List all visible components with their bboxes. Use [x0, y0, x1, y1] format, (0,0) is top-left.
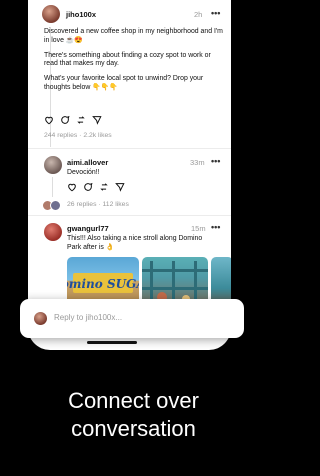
share-icon[interactable]: [92, 115, 102, 125]
post-stats: 26 replies · 112 likes: [67, 201, 129, 208]
repost-icon[interactable]: [99, 182, 109, 192]
author-avatar[interactable]: [42, 5, 60, 23]
post-body: This!!! Also taking a nice stroll along …: [67, 235, 203, 251]
main-post: jiho100x 2h ••• Discovered a new coffee …: [28, 0, 231, 148]
reply-input-placeholder[interactable]: Reply to jiho100x...: [54, 313, 122, 322]
heart-icon[interactable]: [67, 182, 77, 192]
comment-icon[interactable]: [60, 115, 70, 125]
share-icon[interactable]: [115, 182, 125, 192]
replies-count[interactable]: 26 replies: [67, 201, 96, 208]
heart-icon[interactable]: [44, 115, 54, 125]
domino-sign-text: Domino SUGAR: [67, 277, 139, 291]
post-timestamp: 2h: [194, 10, 203, 19]
post-paragraph: Discovered a new coffee shop in my neigh…: [44, 28, 223, 44]
stats-separator: ·: [98, 201, 101, 208]
author-avatar[interactable]: [44, 156, 62, 174]
more-options-icon[interactable]: •••: [211, 156, 220, 166]
stats-separator: ·: [79, 132, 82, 139]
post-body: Devoción!!: [67, 169, 100, 176]
post-body: Discovered a new coffee shop in my neigh…: [44, 28, 224, 99]
comment-icon[interactable]: [83, 182, 93, 192]
more-options-icon[interactable]: •••: [211, 8, 220, 18]
post-paragraph: There's something about finding a cozy s…: [44, 51, 211, 68]
caption-line: conversation: [71, 416, 196, 441]
author-avatar[interactable]: [44, 223, 62, 241]
likes-count[interactable]: 2.2k likes: [83, 132, 111, 139]
home-indicator: [87, 341, 137, 344]
post-stats: 244 replies · 2.2k likes: [44, 132, 112, 139]
post-actions: [44, 115, 102, 125]
likes-count[interactable]: 112 likes: [103, 201, 129, 208]
repost-icon[interactable]: [76, 115, 86, 125]
more-options-icon[interactable]: •••: [211, 222, 220, 232]
marketing-caption: Connect over conversation: [0, 387, 267, 443]
caption-line: Connect over: [68, 388, 199, 413]
thread-line: [52, 177, 53, 197]
reply-composer[interactable]: Reply to jiho100x...: [20, 299, 244, 338]
replies-count[interactable]: 244 replies: [44, 132, 77, 139]
reply-avatars: [42, 200, 61, 211]
post-author-handle[interactable]: aimi.allover: [67, 158, 108, 167]
mini-avatar: [50, 200, 61, 211]
post-actions: [67, 182, 125, 192]
user-avatar: [34, 312, 47, 325]
reply-post: aimi.allover 33m ••• Devoción!! 26 repli…: [28, 149, 231, 215]
post-author-handle[interactable]: gwangurl77: [67, 224, 109, 233]
post-timestamp: 15m: [191, 224, 206, 233]
phone-screen: jiho100x 2h ••• Discovered a new coffee …: [28, 0, 231, 350]
post-timestamp: 33m: [190, 158, 205, 167]
post-paragraph: What's your favorite local spot to unwin…: [44, 75, 204, 91]
post-author-handle[interactable]: jiho100x: [66, 10, 96, 19]
